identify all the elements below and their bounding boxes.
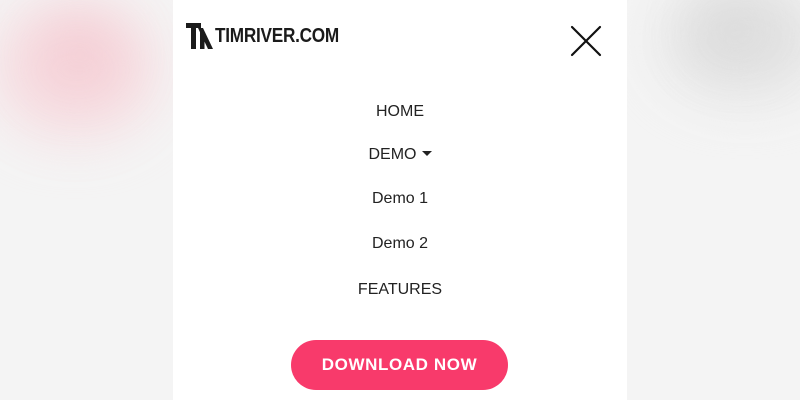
mobile-menu-panel: TIMRIVER.COM HOME DEMO Demo 1 Demo 2 FEA… [173, 0, 627, 400]
nav-subitem-demo-1[interactable]: Demo 1 [173, 189, 627, 209]
caret-down-icon [421, 151, 432, 157]
background-blur-grey-accent [700, 0, 770, 60]
nav-subitem-demo-2[interactable]: Demo 2 [173, 234, 627, 254]
nav-item-label: Demo 1 [371, 190, 429, 207]
nav-item-features[interactable]: FEATURES [173, 280, 627, 300]
screen: TIMRIVER.COM HOME DEMO Demo 1 Demo 2 FEA… [0, 0, 800, 400]
nav-item-demo[interactable]: DEMO [173, 145, 627, 165]
nav-item-label: HOME [376, 103, 424, 120]
nav-item-label: Demo 2 [371, 235, 429, 252]
nav-item-label: DEMO [368, 146, 417, 163]
nav-item-label: FEATURES [357, 281, 443, 298]
nav-item-home[interactable]: HOME [173, 102, 627, 122]
download-now-button[interactable]: DOWNLOAD NOW [291, 340, 508, 390]
background-blur-pink-accent [40, 20, 120, 90]
